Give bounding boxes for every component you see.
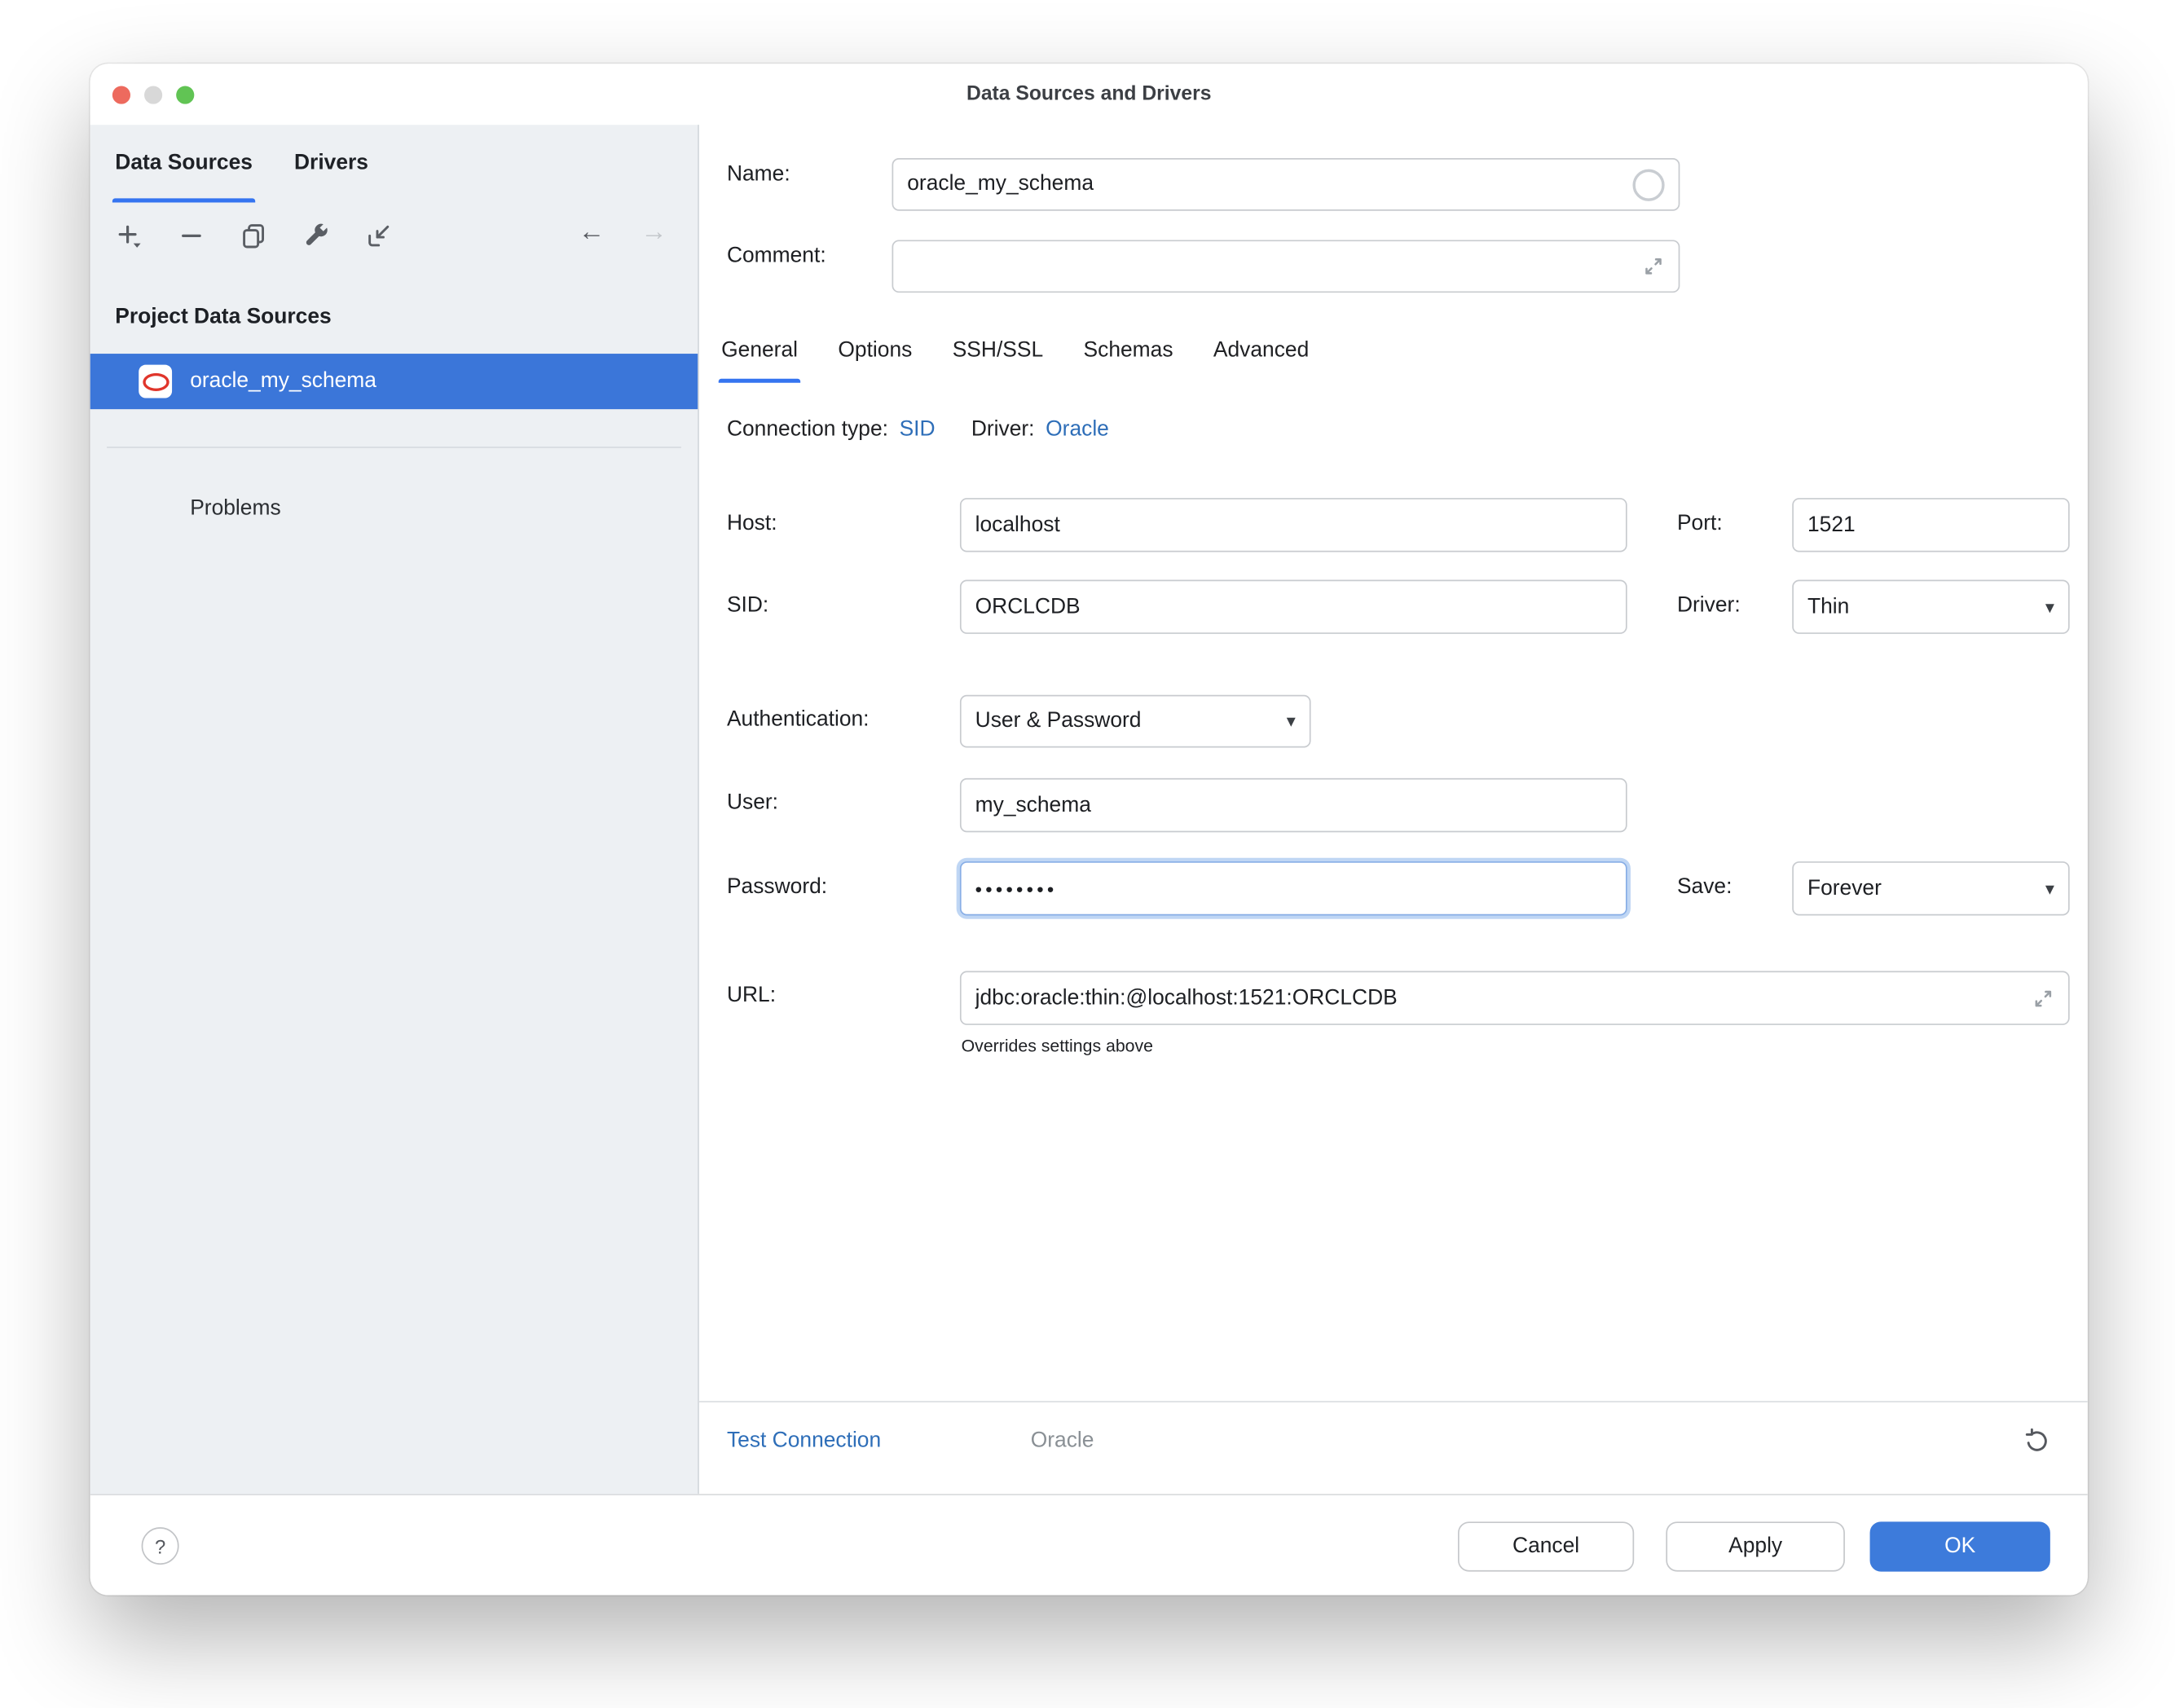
- back-arrow-icon[interactable]: ←: [579, 219, 605, 247]
- connection-type-row: Connection type: SID Driver: Oracle: [727, 417, 1109, 442]
- save-select[interactable]: Forever ▾: [1792, 861, 2069, 915]
- wrench-icon: [302, 222, 330, 249]
- zoom-window-button[interactable]: [176, 86, 194, 103]
- url-label: URL:: [727, 984, 776, 1009]
- data-source-list-item-selected[interactable]: oracle_my_schema: [90, 354, 698, 409]
- forward-arrow-icon: →: [641, 219, 667, 247]
- test-driver-name: Oracle: [1031, 1428, 1094, 1454]
- url-input[interactable]: jdbc:oracle:thin:@localhost:1521:ORCLCDB: [960, 971, 2070, 1025]
- comment-input[interactable]: [892, 240, 1680, 293]
- tab-drivers[interactable]: Drivers: [294, 125, 368, 202]
- oracle-logo-icon: [139, 365, 172, 398]
- import-data-source-button[interactable]: [365, 222, 393, 249]
- main-panel: Name: oracle_my_schema Comment: General …: [699, 125, 2088, 1494]
- settings-tabs: General Options SSH/SSL Schemas Advanced: [721, 319, 1309, 383]
- revert-icon: [2023, 1428, 2050, 1455]
- sid-label: SID:: [727, 594, 768, 619]
- chevron-down-icon: ▾: [2045, 596, 2054, 618]
- sidebar-toolbar: [115, 222, 392, 249]
- desktop-background: Data Sources and Drivers Data Sources Dr…: [0, 0, 2175, 1707]
- tab-ssh-ssl[interactable]: SSH/SSL: [953, 319, 1043, 383]
- remove-data-source-button[interactable]: [178, 222, 205, 249]
- name-label: Name:: [727, 162, 790, 187]
- help-button[interactable]: ?: [142, 1527, 179, 1565]
- user-input[interactable]: my_schema: [960, 778, 1627, 832]
- tab-general[interactable]: General: [721, 319, 798, 383]
- user-label: User:: [727, 790, 778, 816]
- minus-icon: [178, 222, 205, 249]
- question-mark-icon: ?: [155, 1534, 165, 1556]
- password-dots: ••••••••: [975, 878, 1612, 900]
- connection-type-label: Connection type:: [727, 417, 888, 442]
- ok-button[interactable]: OK: [1870, 1521, 2050, 1571]
- refresh-spinner-icon: [1632, 169, 1664, 200]
- comment-label: Comment:: [727, 244, 826, 270]
- name-value: oracle_my_schema: [907, 172, 1632, 197]
- host-label: Host:: [727, 512, 777, 537]
- minimize-window-button: [144, 86, 162, 103]
- dialog-footer: ? Cancel Apply OK: [90, 1494, 2088, 1595]
- window-titlebar: Data Sources and Drivers: [90, 64, 2088, 125]
- authentication-label: Authentication:: [727, 707, 870, 733]
- password-input[interactable]: ••••••••: [960, 861, 1627, 915]
- port-label: Port:: [1677, 512, 1723, 537]
- project-data-sources-heading: Project Data Sources: [115, 305, 331, 330]
- sidebar-tabs: Data Sources Drivers: [90, 125, 698, 202]
- chevron-down-icon: ▾: [1287, 711, 1296, 733]
- driver-label: Driver:: [1677, 594, 1741, 619]
- chevron-down-icon: ▾: [2045, 878, 2054, 900]
- name-input[interactable]: oracle_my_schema: [892, 158, 1680, 211]
- close-window-button[interactable]: [112, 86, 130, 103]
- plus-icon: [115, 222, 143, 249]
- problems-item[interactable]: Problems: [190, 496, 280, 522]
- url-hint: Overrides settings above: [962, 1037, 1153, 1056]
- data-source-properties-button[interactable]: [302, 222, 330, 249]
- tab-advanced[interactable]: Advanced: [1213, 319, 1309, 383]
- tab-drivers-label: Drivers: [294, 152, 368, 177]
- tab-schemas[interactable]: Schemas: [1084, 319, 1173, 383]
- driver-link-label: Driver:: [971, 417, 1035, 442]
- password-label: Password:: [727, 875, 827, 900]
- driver-select[interactable]: Thin ▾: [1792, 580, 2069, 634]
- duplicate-data-source-button[interactable]: [240, 222, 267, 249]
- sid-input[interactable]: ORCLCDB: [960, 580, 1627, 634]
- expand-icon[interactable]: [2032, 987, 2054, 1009]
- import-icon: [365, 222, 393, 249]
- revert-button[interactable]: [2021, 1426, 2051, 1456]
- tab-data-sources-label: Data Sources: [115, 152, 253, 177]
- sidebar-separator: [107, 447, 681, 448]
- cancel-button[interactable]: Cancel: [1458, 1521, 1634, 1571]
- traffic-lights: [112, 86, 194, 103]
- test-connection-link[interactable]: Test Connection: [727, 1428, 881, 1454]
- port-input[interactable]: 1521: [1792, 498, 2069, 552]
- authentication-select[interactable]: User & Password ▾: [960, 695, 1311, 748]
- tab-options[interactable]: Options: [838, 319, 912, 383]
- divider: [699, 1401, 2088, 1402]
- copy-icon: [240, 222, 267, 249]
- sidebar: Data Sources Drivers: [90, 125, 699, 1494]
- window-title: Data Sources and Drivers: [90, 64, 2088, 125]
- data-source-name: oracle_my_schema: [190, 369, 376, 394]
- tab-data-sources[interactable]: Data Sources: [115, 125, 253, 202]
- save-label: Save:: [1677, 875, 1732, 900]
- expand-icon[interactable]: [1642, 255, 1664, 277]
- host-input[interactable]: localhost: [960, 498, 1627, 552]
- data-sources-dialog: Data Sources and Drivers Data Sources Dr…: [90, 64, 2088, 1595]
- connection-type-link[interactable]: SID: [900, 417, 936, 442]
- add-data-source-button[interactable]: [115, 222, 143, 249]
- driver-link[interactable]: Oracle: [1046, 417, 1109, 442]
- apply-button[interactable]: Apply: [1666, 1521, 1845, 1571]
